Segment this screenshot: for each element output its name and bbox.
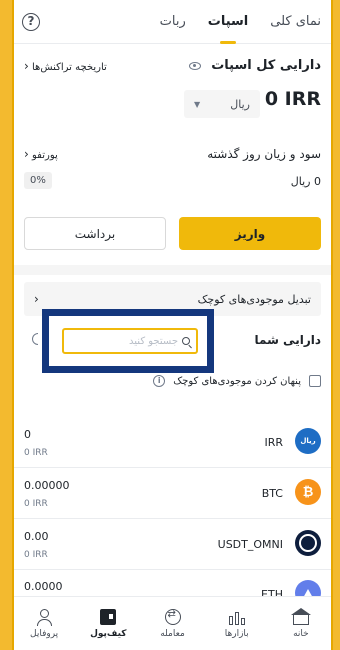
search-field[interactable]	[62, 328, 198, 354]
pnl-percent-badge: 0%	[24, 172, 52, 189]
search-input[interactable]	[70, 335, 178, 347]
nav-markets[interactable]: بازارها	[205, 597, 269, 650]
hide-small-balances[interactable]: پنهان کردن موجودی‌های کوچک i	[153, 375, 321, 387]
nav-home[interactable]: خانه	[269, 597, 333, 650]
convert-small-label: تبدیل موجودی‌های کوچک	[197, 292, 311, 306]
row-divider	[12, 467, 333, 468]
withdraw-button[interactable]: برداشت	[24, 217, 166, 250]
row-divider	[12, 518, 333, 519]
markets-icon	[228, 609, 245, 625]
chevron-left-icon: ‹	[24, 147, 29, 161]
tab-overview[interactable]: نمای کلی	[270, 0, 321, 44]
asset-symbol: USDT_OMNI	[217, 538, 283, 551]
nav-wallet-label: کیف‌پول	[90, 628, 127, 639]
section-divider	[12, 265, 333, 275]
portfolio-link-label: پورتفو	[32, 150, 58, 161]
asset-amount: 0.00000	[24, 479, 70, 492]
balance-title: دارایی کل اسپات	[211, 58, 321, 73]
asset-row[interactable]: 0.00 0 IRR USDT_OMNI	[24, 530, 321, 580]
asset-symbol: IRR	[264, 436, 283, 449]
nav-markets-label: بازارها	[224, 628, 249, 639]
deposit-button[interactable]: واریز	[179, 217, 321, 250]
help-icon[interactable]: ?	[22, 13, 40, 31]
hide-small-checkbox[interactable]	[309, 375, 321, 387]
asset-value: 0 IRR	[24, 499, 48, 509]
history-link-label: تاریخچه تراکنش‌ها	[32, 61, 107, 73]
rial-coin-icon: ریال	[295, 428, 321, 454]
asset-amount: 0	[24, 428, 31, 441]
wallet-icon	[100, 608, 117, 625]
total-balance: 0 IRR	[264, 88, 321, 110]
asset-row[interactable]: 0 0 IRR IRR ریال	[24, 428, 321, 478]
asset-value: 0 IRR	[24, 550, 48, 560]
history-link[interactable]: تاریخچه تراکنش‌ها ‹	[24, 59, 107, 73]
nav-trade[interactable]: معامله	[140, 597, 204, 650]
info-icon[interactable]: i	[153, 375, 166, 387]
nav-home-label: خانه	[293, 628, 309, 639]
asset-amount: 0.00	[24, 530, 49, 543]
eye-icon[interactable]	[188, 61, 201, 70]
pnl-title: سود و زیان روز گذشته	[207, 147, 321, 161]
asset-symbol: BTC	[261, 487, 283, 500]
usdt-omni-coin-icon	[295, 530, 321, 556]
chevron-left-icon: ‹	[34, 292, 39, 306]
bitcoin-coin-icon: ₿	[295, 479, 321, 505]
tab-spot[interactable]: اسپات	[208, 0, 249, 44]
balance-header: دارایی کل اسپات تاریخچه تراکنش‌ها ‹	[24, 58, 321, 73]
home-icon	[290, 607, 311, 625]
portfolio-link[interactable]: پورتفو ‹	[24, 147, 58, 161]
trade-icon	[164, 608, 181, 625]
search-icon	[182, 337, 190, 345]
chevron-left-icon: ‹	[24, 58, 29, 73]
assets-title: دارایی شما	[254, 333, 321, 347]
asset-row[interactable]: 0.00000 0 IRR BTC ₿	[24, 479, 321, 529]
profile-icon	[36, 608, 53, 626]
wallet-screen: نمای کلی اسپات ربات ? دارایی کل اسپات تا…	[12, 0, 333, 650]
bottom-nav: خانه بازارها معامله کیف‌پول پروفایل	[12, 596, 333, 650]
top-tabs: نمای کلی اسپات ربات	[12, 0, 333, 44]
nav-trade-label: معامله	[160, 628, 185, 639]
nav-profile[interactable]: پروفایل	[12, 597, 76, 650]
row-divider	[12, 569, 333, 570]
asset-value: 0 IRR	[24, 448, 48, 458]
nav-wallet[interactable]: کیف‌پول	[76, 597, 140, 650]
pnl-header: سود و زیان روز گذشته پورتفو ‹	[24, 147, 321, 161]
tab-bot[interactable]: ربات	[160, 0, 186, 44]
currency-select[interactable]: ریال ▼	[184, 90, 260, 118]
caret-down-icon: ▼	[194, 99, 201, 109]
pnl-value: 0 ریال	[290, 175, 321, 188]
currency-select-value: ریال	[230, 97, 250, 111]
hide-small-label: پنهان کردن موجودی‌های کوچک	[173, 375, 301, 387]
asset-amount: 0.0000	[24, 580, 63, 593]
nav-profile-label: پروفایل	[30, 628, 59, 639]
